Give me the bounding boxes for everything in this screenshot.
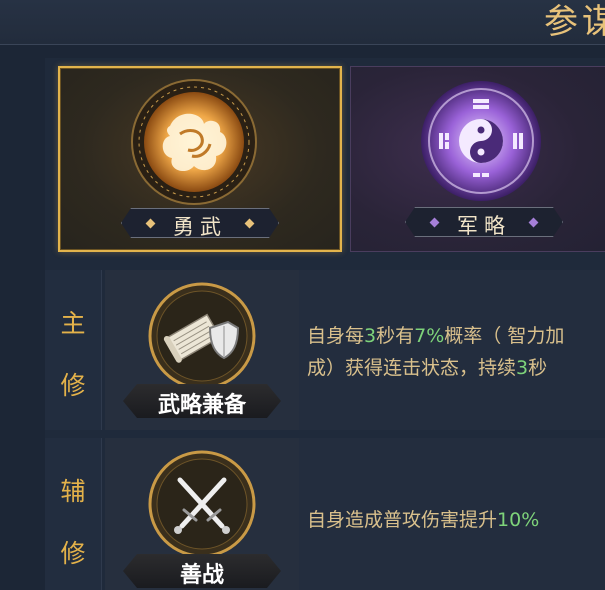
desc-text: 自身造成普攻伤害提升 [307,509,498,531]
card-wuyong[interactable]: 勇武 [58,66,342,252]
desc-text: 自身每 [307,325,365,347]
main-skill-name-plate: 武略兼备 [123,384,281,418]
desc-number: 3 [364,325,377,347]
scroll-shield-icon [148,282,256,390]
yin-yang-bagua-icon [421,81,541,201]
main-skill-name: 武略兼备 [157,393,246,418]
desc-number: 7% [414,325,445,347]
sub-skill-row: 辅 修 善战 自身造成普攻伤害提升10% [45,438,605,590]
sub-skill-label: 辅 修 [45,438,102,590]
main-label-char-1: 主 [60,309,86,338]
sub-skill-description: 自身造成普攻伤害提升10% [307,504,599,536]
top-bar: 参谋 [0,0,605,45]
desc-text: 成）获得连击状态，持续 [307,357,517,379]
sub-skill-box[interactable]: 善战 [105,438,300,590]
sub-skill-description-box: 自身造成普攻伤害提升10% [299,438,605,590]
sub-skill-name: 善战 [179,563,224,588]
desc-text: 概率（ 智力加 [444,325,565,347]
panel-title: 参谋 [544,2,605,42]
card-junlue[interactable]: 军略 [350,66,605,252]
desc-number: 10% [497,509,540,531]
main-label-char-2: 修 [60,371,86,400]
main-skill-label: 主 修 [45,270,102,430]
main-skill-box[interactable]: 武略兼备 [105,270,300,430]
sub-label-char-1: 辅 [60,477,86,506]
desc-text: 秒 [528,357,548,379]
card-label-plate: 军略 [405,207,563,237]
main-skill-row: 主 修 武略兼备 自身每3秒有7%概率（ 智力加 成）获得连击状态，持续3秒 [45,270,605,430]
crossed-swords-icon [148,450,256,558]
card-label: 勇武 [173,215,227,239]
card-label: 军略 [457,214,511,238]
sub-skill-name-plate: 善战 [123,554,281,588]
tiger-emblem-icon [131,79,257,205]
sub-label-char-2: 修 [60,539,86,568]
desc-number: 3 [516,357,529,379]
main-skill-description-box: 自身每3秒有7%概率（ 智力加 成）获得连击状态，持续3秒 [299,270,605,430]
main-skill-description: 自身每3秒有7%概率（ 智力加 成）获得连击状态，持续3秒 [307,320,599,384]
card-label-plate: 勇武 [121,208,279,238]
desc-text: 秒有 [376,325,415,347]
